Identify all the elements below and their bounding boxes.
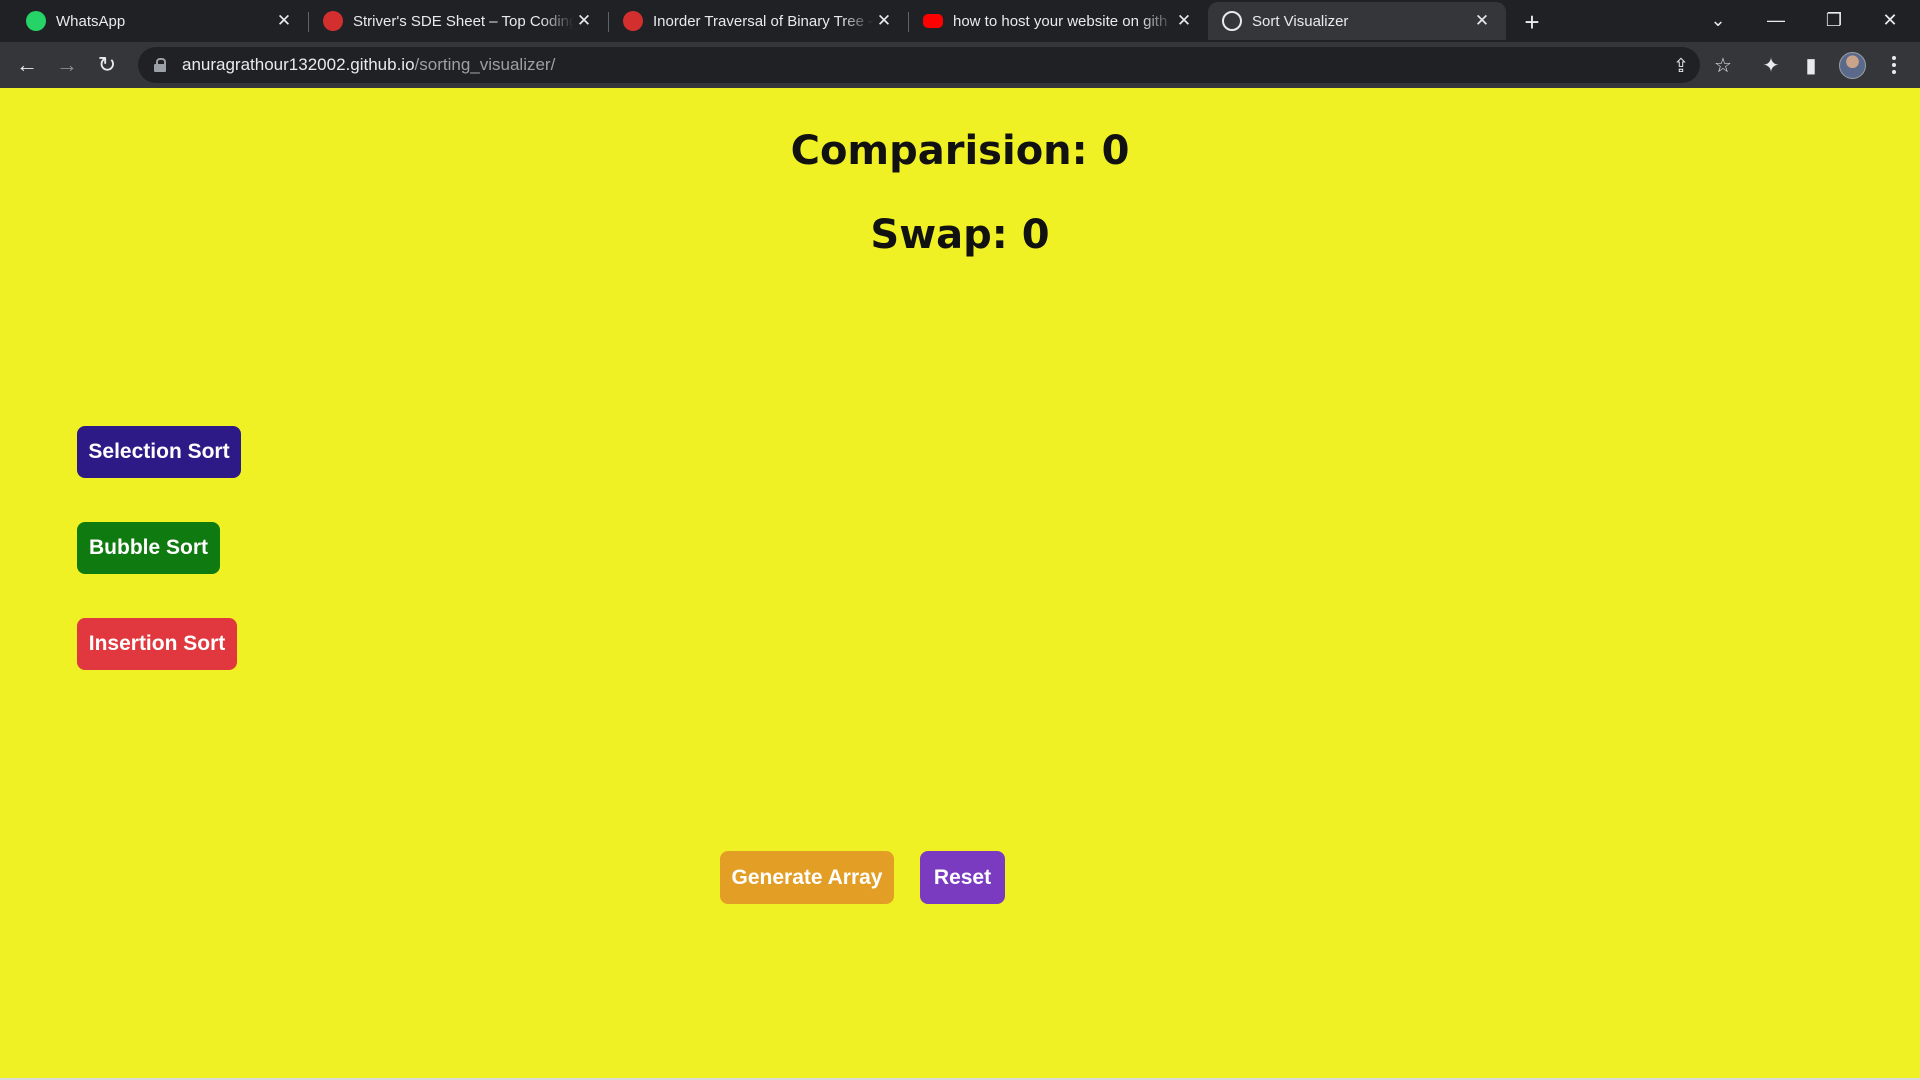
tab-youtube-host-website[interactable]: how to host your website on gith ✕ (909, 2, 1208, 40)
close-icon[interactable]: ✕ (574, 11, 594, 31)
browser-tab-strip: WhatsApp ✕ Striver's SDE Sheet – Top Cod… (0, 0, 1920, 42)
extensions-puzzle-icon[interactable]: ✦ (1756, 50, 1786, 80)
tab-sort-visualizer[interactable]: Sort Visualizer ✕ (1208, 2, 1506, 40)
lock-icon[interactable] (154, 58, 166, 72)
youtube-icon (923, 14, 943, 28)
close-icon[interactable]: ✕ (274, 11, 294, 31)
reload-icon[interactable]: ↻ (90, 48, 124, 82)
globe-icon (1222, 11, 1242, 31)
tab-whatsapp[interactable]: WhatsApp ✕ (0, 2, 308, 40)
back-arrow-icon[interactable]: ← (10, 48, 44, 82)
selection-sort-button[interactable]: Selection Sort (77, 426, 241, 478)
url-path: /sorting_visualizer/ (414, 55, 556, 74)
takeuforward-icon (623, 11, 643, 31)
address-bar[interactable]: anuragrathour132002.github.io/sorting_vi… (138, 47, 1700, 83)
tab-striver-sde-sheet[interactable]: Striver's SDE Sheet – Top Coding ✕ (309, 2, 608, 40)
minimize-icon[interactable]: — (1748, 0, 1804, 40)
more-menu-icon[interactable] (1882, 50, 1906, 80)
close-window-icon[interactable]: ✕ (1862, 0, 1918, 40)
tab-title: Striver's SDE Sheet – Top Coding (353, 12, 574, 30)
insertion-sort-button[interactable]: Insertion Sort (77, 618, 237, 670)
tab-title: Sort Visualizer (1252, 12, 1349, 30)
comparison-counter: Comparision: 0 (790, 128, 1130, 174)
close-icon[interactable]: ✕ (874, 11, 894, 31)
url-text[interactable]: anuragrathour132002.github.io/sorting_vi… (182, 55, 555, 75)
tab-title: WhatsApp (56, 12, 126, 30)
takeuforward-icon (323, 11, 343, 31)
forward-arrow-icon[interactable]: → (50, 48, 84, 82)
swap-counter: Swap: 0 (870, 212, 1050, 258)
sort-visualizer-page: Comparision: 0 Swap: 0 Selection Sort Bu… (0, 88, 1920, 1080)
restore-window-icon[interactable]: ❐ (1806, 0, 1862, 40)
url-host: anuragrathour132002.github.io (182, 55, 415, 74)
generate-array-button[interactable]: Generate Array (720, 851, 894, 904)
star-bookmark-icon[interactable]: ☆ (1708, 50, 1738, 80)
close-icon[interactable]: ✕ (1174, 11, 1194, 31)
new-tab-plus-icon[interactable]: + (1516, 6, 1548, 38)
whatsapp-icon (26, 11, 46, 31)
browser-toolbar: ← → ↻ anuragrathour132002.github.io/sort… (0, 42, 1920, 88)
close-icon[interactable]: ✕ (1472, 11, 1492, 31)
share-icon[interactable]: ⇪ (1668, 53, 1694, 79)
bubble-sort-button[interactable]: Bubble Sort (77, 522, 220, 574)
tab-search-chevron-down-icon[interactable]: ⌄ (1690, 0, 1746, 40)
side-panel-icon[interactable]: ▮ (1796, 50, 1826, 80)
tab-inorder-traversal[interactable]: Inorder Traversal of Binary Tree - ✕ (609, 2, 908, 40)
profile-avatar[interactable] (1839, 52, 1866, 79)
tab-title: Inorder Traversal of Binary Tree - (653, 12, 874, 30)
reset-button[interactable]: Reset (920, 851, 1005, 904)
tab-title: how to host your website on gith (953, 12, 1168, 30)
